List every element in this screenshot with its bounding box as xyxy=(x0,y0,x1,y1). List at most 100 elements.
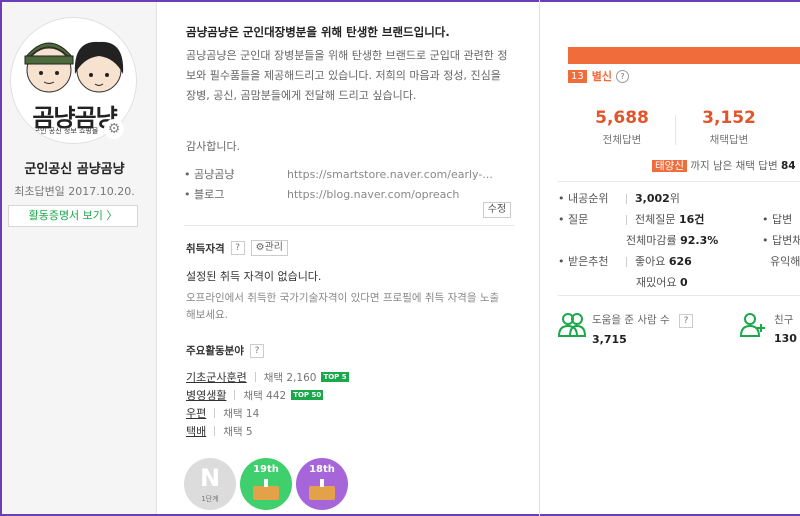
cake-medal-icon[interactable]: 19th xyxy=(240,458,292,510)
profile-sidebar: 곰냥곰냥 군인 공신 정보 쇼핑몰 ⚙ 군인공신 곰냥곰냥 최초답변일 2017… xyxy=(2,2,157,514)
closed-rate-row: 전체마감률 92.3% • 답변채 xyxy=(626,232,800,248)
area-count: 채택 14 xyxy=(223,407,260,420)
link-url[interactable]: https://smartstore.naver.com/early-... xyxy=(287,168,493,181)
helped-people: 도움을 준 사람 수 ? 3,715 친구 130 xyxy=(558,312,797,346)
area-count: 채택 442 xyxy=(243,389,287,402)
list-item[interactable]: 택배 채택 5 xyxy=(186,422,349,440)
selected-answers[interactable]: 3,152 채택답변 xyxy=(679,108,779,147)
qualifications-title: 취득자격 ? ⚙관리 xyxy=(186,240,289,256)
divider xyxy=(184,225,514,226)
n-medal-icon[interactable]: N 1단계 xyxy=(184,458,236,510)
help-icon[interactable]: ? xyxy=(249,343,264,358)
area-name[interactable]: 병영생활 xyxy=(186,387,226,403)
fun-label: 재밌어요 xyxy=(636,276,677,289)
top-badge: TOP 50 xyxy=(291,390,324,400)
list-item[interactable]: 기초군사훈련 채택 2,160 TOP 5 xyxy=(186,368,349,386)
link-url[interactable]: https://blog.naver.com/opreach xyxy=(287,188,459,201)
link-label: • 곰냥곰냥 xyxy=(184,168,235,181)
help-icon[interactable]: ? xyxy=(230,241,245,255)
area-name[interactable]: 택배 xyxy=(186,423,206,439)
stats-panel: 13 별신 ? 5,688 전체답변 3,152 채택답변 태양신 까지 남은 … xyxy=(540,0,800,516)
help-icon[interactable]: ? xyxy=(615,69,629,83)
answer-side2-label: • 답변채 xyxy=(762,234,800,247)
helped-label-row: 도움을 준 사람 수 ? xyxy=(592,312,693,328)
like-value: 626 xyxy=(668,255,692,268)
question-label: • 질문 xyxy=(558,213,589,226)
add-friend-icon[interactable] xyxy=(740,312,766,338)
separator xyxy=(675,115,676,145)
rank-row: 13 별신 ? xyxy=(568,68,629,84)
manage-button[interactable]: ⚙관리 xyxy=(250,240,289,256)
link-label: • 블로그 xyxy=(184,188,225,201)
internal-rank-value: 3,002 xyxy=(635,192,670,205)
link-row[interactable]: • 블로그 https://blog.naver.com/opreach xyxy=(184,184,514,204)
profile-main: 곰냥곰냥은 군인대장병분을 위해 탄생한 브랜드입니다. 곰냥곰냥은 군인대 장… xyxy=(170,0,515,516)
divider xyxy=(558,181,800,182)
fun-row: 재밌어요 0 xyxy=(636,274,688,290)
edit-button[interactable]: 수정 xyxy=(483,202,511,218)
total-answers-value: 5,688 xyxy=(595,108,649,128)
areas-title-text: 주요활동분야 xyxy=(186,345,244,357)
friend-label: 친구 xyxy=(774,314,794,326)
closed-rate-value: 92.3% xyxy=(680,234,719,247)
question-row: • 질문 전체질문 16건 • 답변 xyxy=(558,211,792,227)
helped-value: 3,715 xyxy=(592,333,627,346)
friends: 친구 130 xyxy=(740,312,797,345)
selected-answers-value: 3,152 xyxy=(702,108,756,128)
friend-value: 130 xyxy=(774,332,797,345)
cake-medal-icon[interactable]: 18th xyxy=(296,458,348,510)
help-icon[interactable]: ? xyxy=(678,314,693,328)
helped-label: 도움을 준 사람 수 xyxy=(592,314,670,326)
area-name[interactable]: 우편 xyxy=(186,405,206,421)
list-item[interactable]: 우편 채택 14 xyxy=(186,404,349,422)
divider xyxy=(558,295,800,296)
link-row[interactable]: • 곰냥곰냥 https://smartstore.naver.com/earl… xyxy=(184,164,514,184)
intro-title: 곰냥곰냥은 군인대장병분을 위해 탄생한 브랜드입니다. xyxy=(186,25,450,39)
separator xyxy=(234,390,236,400)
like-label: 좋아요 xyxy=(635,255,666,268)
remain-number: 84 xyxy=(780,160,796,172)
total-answers[interactable]: 5,688 전체답변 xyxy=(572,108,672,147)
list-item[interactable]: 병영생활 채택 442 TOP 50 xyxy=(186,386,349,404)
remain-text: 까지 남은 채택 답변 xyxy=(690,160,778,172)
medal-label: 1단계 xyxy=(201,495,219,503)
area-count: 채택 2,160 xyxy=(263,371,317,384)
received-label: • 받은추천 xyxy=(558,255,609,268)
rank-number: 13 xyxy=(568,69,587,83)
answer-side-label: • 답변 xyxy=(762,213,793,226)
areas-title: 주요활동분야 ? xyxy=(186,343,264,358)
fun-value: 0 xyxy=(679,276,688,289)
medal-label: 18th xyxy=(309,464,335,475)
activity-certificate-button[interactable]: 활동증명서 보기 〉 xyxy=(8,205,138,227)
total-questions-value: 16건 xyxy=(678,213,705,226)
separator xyxy=(214,426,216,436)
profile-name: 군인공신 곰냥곰냥 xyxy=(24,162,125,177)
internal-rank-row: • 내공순위 3,002위 xyxy=(558,190,680,206)
qualifications-empty: 설정된 취득 자격이 없습니다. xyxy=(186,270,322,283)
separator xyxy=(254,372,256,382)
medal-list: N 1단계 19th 18th xyxy=(184,458,348,510)
first-answer-date: 최초답변일 2017.10.20. xyxy=(14,185,135,198)
received-row: • 받은추천 좋아요 626 유익해요 xyxy=(558,253,800,269)
next-rank-tag: 태양신 xyxy=(652,160,687,172)
gear-icon[interactable]: ⚙ xyxy=(104,119,124,139)
useful-label: 유익해요 xyxy=(770,255,800,268)
closed-rate-label: 전체마감률 xyxy=(626,234,677,247)
area-list: 기초군사훈련 채택 2,160 TOP 5 병영생활 채택 442 TOP 50… xyxy=(186,368,349,440)
remaining-to-next-rank: 태양신 까지 남은 채택 답변 84 xyxy=(652,158,796,173)
rank-progress-bar xyxy=(568,47,800,64)
intro-body: 곰냥곰냥은 군인대 장병분들을 위해 탄생한 브랜드로 군입대 관련한 정보와 … xyxy=(186,49,508,102)
people-icon xyxy=(558,313,586,337)
area-count: 채택 5 xyxy=(223,425,253,438)
intro-thanks: 감사합니다. xyxy=(186,140,241,153)
rank-title: 별신 xyxy=(591,70,612,83)
link-list: • 곰냥곰냥 https://smartstore.naver.com/earl… xyxy=(184,164,514,204)
medal-label: 19th xyxy=(253,464,279,475)
total-answers-label: 전체답변 xyxy=(602,134,642,146)
qualifications-title-text: 취득자격 xyxy=(186,242,225,255)
qualifications-hint: 오프라인에서 취득한 국가기술자격이 있다면 프로필에 취득 자격을 노출해보세… xyxy=(186,292,500,321)
internal-rank-label: • 내공순위 xyxy=(558,192,609,205)
area-name[interactable]: 기초군사훈련 xyxy=(186,369,247,385)
internal-rank-unit: 위 xyxy=(669,192,680,205)
selected-answers-label: 채택답변 xyxy=(709,134,749,146)
